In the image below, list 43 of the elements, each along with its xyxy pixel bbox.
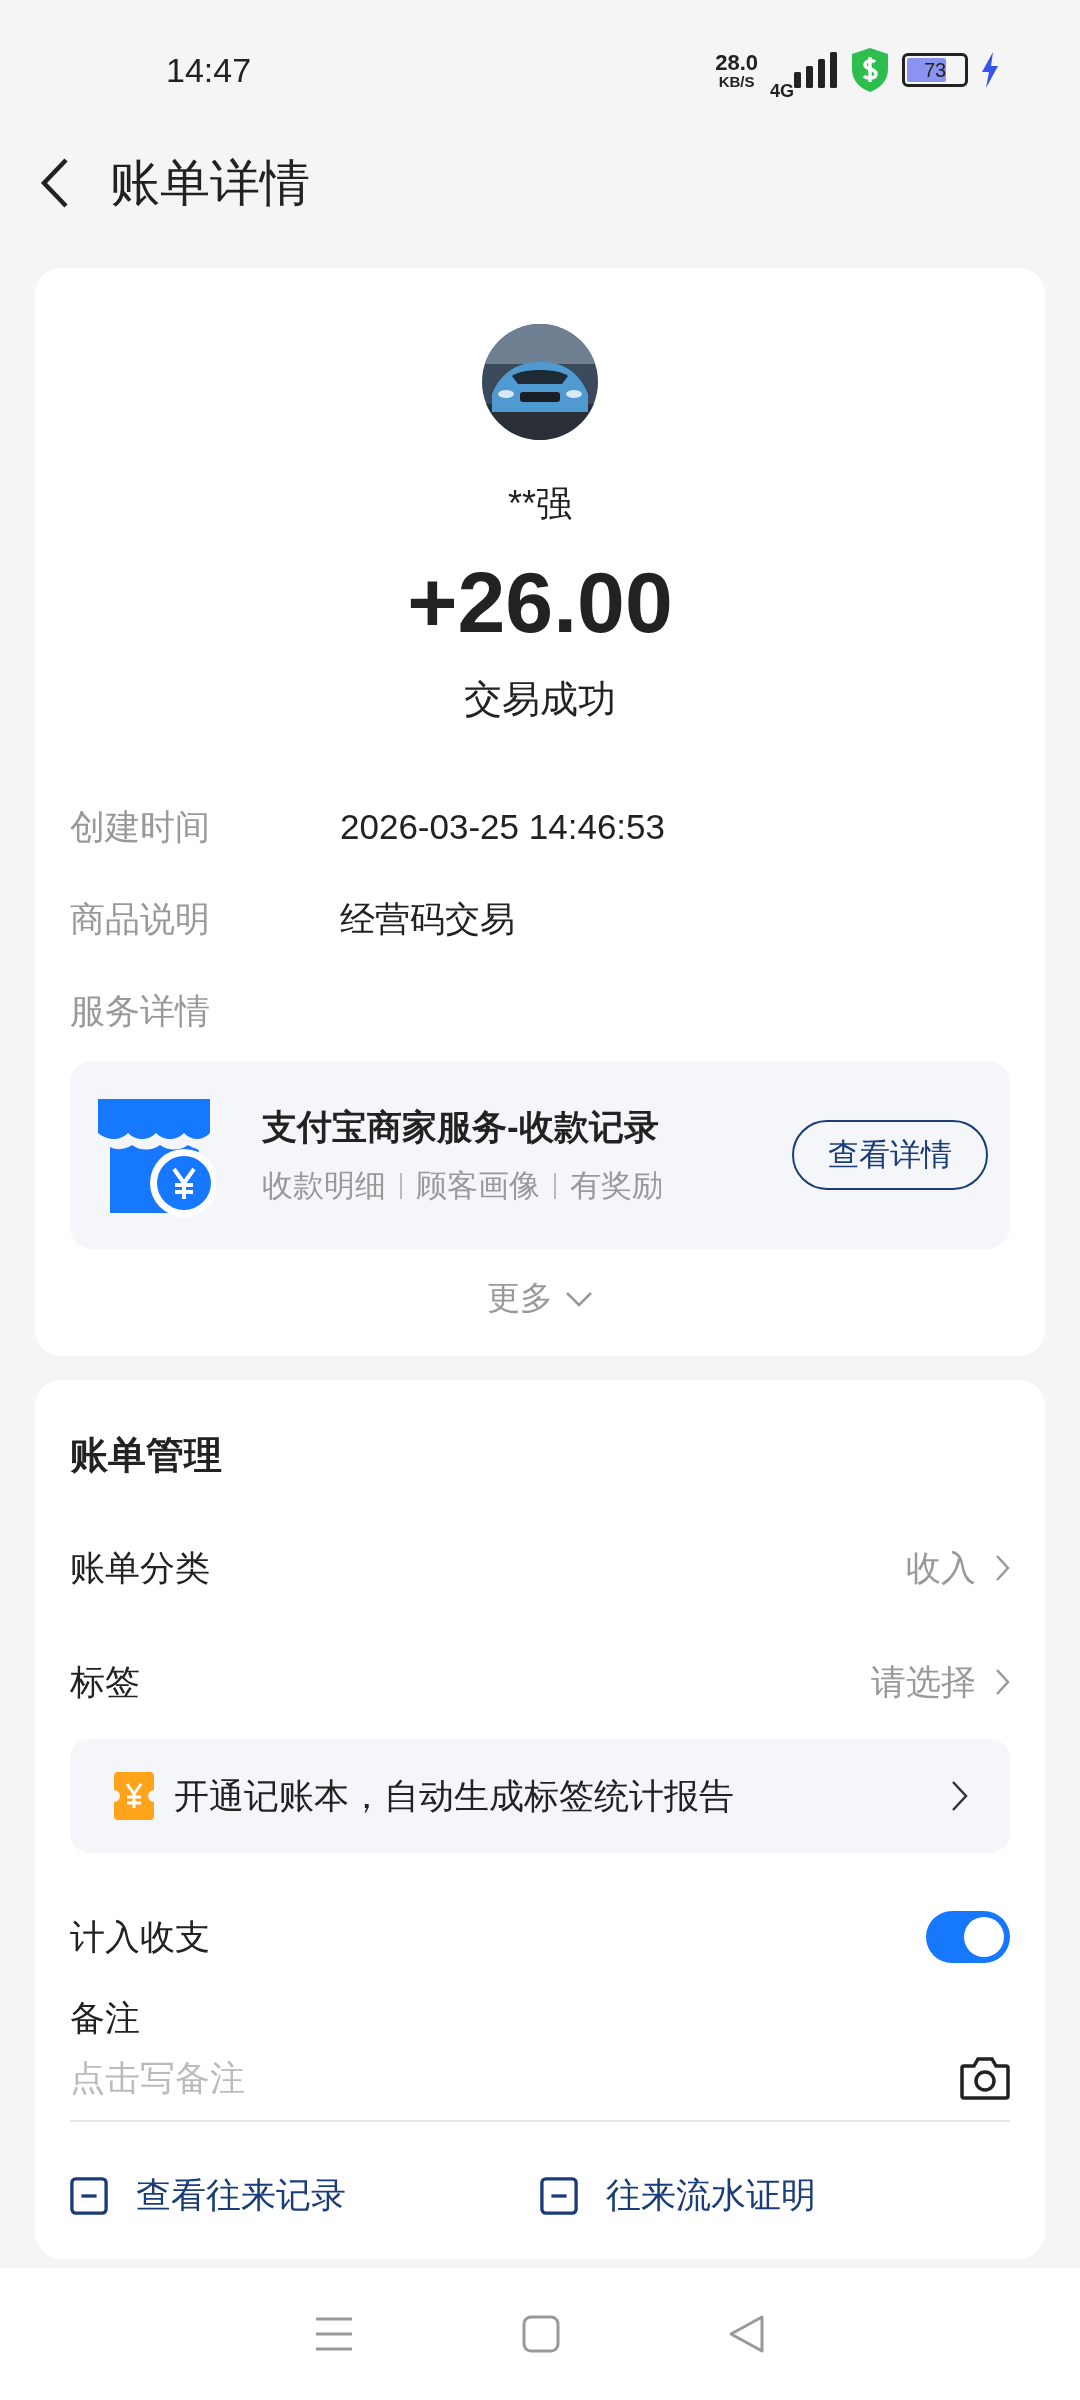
list-row[interactable]: 账单分类 收入 [70,1511,1010,1626]
payer-name: **强 [508,482,572,526]
amount: +26.00 [407,553,673,652]
field-label: 商品说明 [70,898,211,941]
view-details-button[interactable]: 查看详情 [792,1120,988,1191]
service-title: 支付宝商家服务-收款记录 [262,1105,660,1148]
service-tag: 收款明细 [262,1164,386,1207]
field-label: 服务详情 [70,990,211,1033]
list-row[interactable]: 标签 请选择 [70,1625,1010,1740]
shield-icon [850,47,890,93]
toggle-label: 计入收支 [70,1915,210,1958]
transaction-status: 交易成功 [464,677,616,723]
back-icon[interactable] [40,157,70,209]
speed-unit: KB/S [718,73,755,89]
link[interactable]: 查看往来记录 [70,2172,540,2220]
section-title: 账单管理 [70,1433,223,1479]
note-label: 备注 [70,1997,141,2040]
link[interactable]: 往来流水证明 [540,2172,1010,2220]
document-icon [70,2176,108,2215]
status-time: 14:47 [166,50,252,90]
field-value: 2026-03-25 14:46:53 [340,806,665,849]
network-speed: 28.0 [715,51,758,74]
service-tag: 顾客画像 [416,1164,540,1207]
field-label: 创建时间 [70,806,211,849]
page-title: 账单详情 [110,153,310,213]
signal-icon [794,52,838,88]
ticket-icon [114,1772,154,1821]
chevron-right-icon [950,1780,968,1813]
promo-text: 开通记账本，自动生成标签统计报告 [174,1774,735,1817]
chevron-down-icon [565,1290,593,1307]
menu-icon[interactable] [314,2316,354,2352]
battery-icon: 73 [902,53,968,87]
network-type: 4G [770,80,794,102]
promo-banner[interactable]: 开通记账本，自动生成标签统计报告 [70,1739,1010,1854]
home-icon[interactable] [522,2315,560,2353]
service-tag: 有奖励 [570,1164,663,1207]
service-card[interactable]: 支付宝商家服务-收款记录 收款明细 顾客画像 有奖励 查看详情 [70,1061,1010,1250]
chevron-right-icon [994,1668,1010,1697]
camera-icon[interactable] [960,2056,1010,2101]
toggle-switch[interactable] [926,1911,1010,1964]
chevron-right-icon [994,1554,1010,1583]
field-value: 经营码交易 [340,898,515,941]
document-icon [540,2176,578,2215]
